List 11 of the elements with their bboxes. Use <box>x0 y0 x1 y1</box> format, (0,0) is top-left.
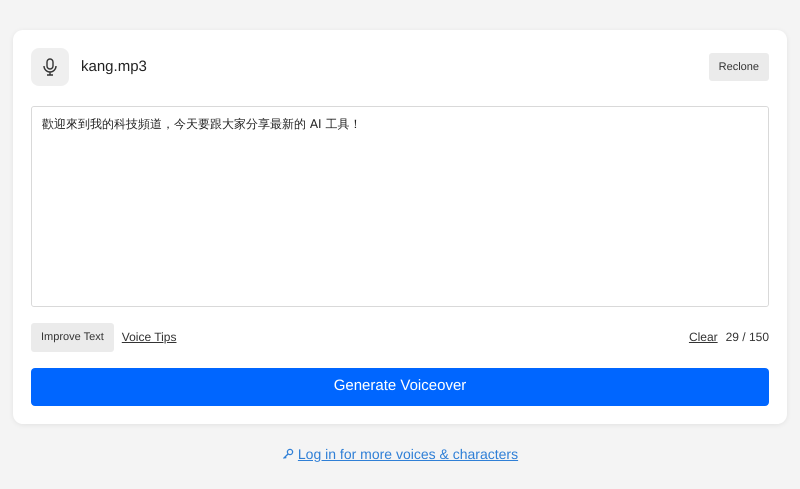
file-name: kang.mp3 <box>81 56 147 77</box>
voice-tips-link[interactable]: Voice Tips <box>122 328 176 346</box>
generate-voiceover-button[interactable]: Generate Voiceover <box>31 368 769 406</box>
reclone-button[interactable]: Reclone <box>708 52 769 82</box>
text-input-field[interactable]: 歡迎來到我的科技頻道，今天要跟大家分享最新的 AI 工具！ <box>31 106 769 307</box>
clear-link[interactable]: Clear <box>688 328 718 346</box>
improve-text-button[interactable]: Improve Text <box>31 323 114 352</box>
character-count: 29 / 150 <box>726 329 769 346</box>
key-icon <box>282 448 294 460</box>
microphone-icon <box>31 48 69 86</box>
login-link[interactable]: Log in for more voices & characters <box>298 444 518 464</box>
